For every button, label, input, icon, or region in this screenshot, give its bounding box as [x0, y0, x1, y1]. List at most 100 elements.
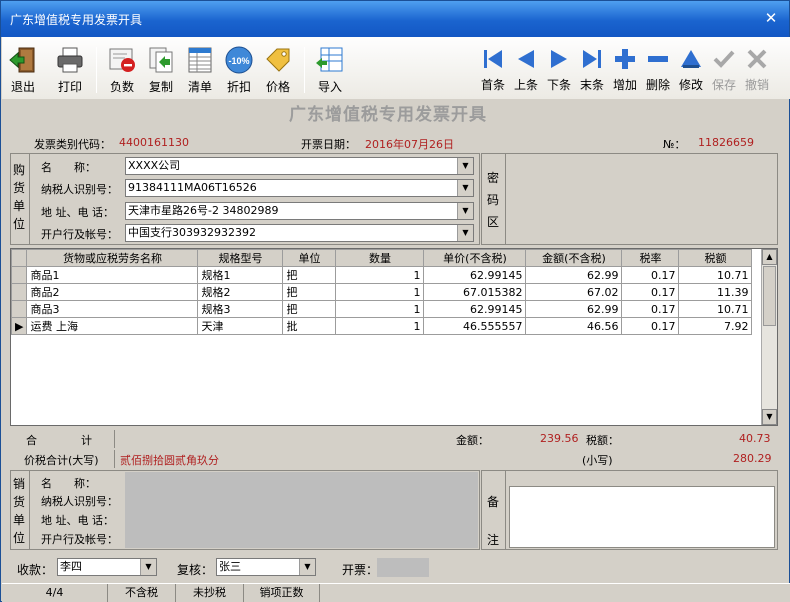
window-title: 广东增值税专用发票开具: [10, 13, 143, 27]
buyer-name-select[interactable]: XXXX公司 ▼: [125, 157, 474, 175]
scroll-up-icon[interactable]: ▲: [762, 249, 777, 265]
chevron-down-icon[interactable]: ▼: [457, 158, 473, 174]
edit-button[interactable]: 修改: [676, 45, 706, 97]
toolbar-separator: [96, 47, 97, 93]
discount-button[interactable]: -10% 折扣: [222, 45, 256, 97]
item-qty-cell[interactable]: 1: [335, 266, 425, 284]
item-rate-cell[interactable]: 0.17: [621, 300, 680, 318]
item-unit-cell[interactable]: 把: [282, 283, 337, 301]
next-record-button[interactable]: 下条: [544, 45, 574, 97]
item-name-cell[interactable]: 商品1: [26, 266, 199, 284]
first-record-button[interactable]: 首条: [478, 45, 508, 97]
table-row[interactable]: 商品3 规格3 把 1 62.99145 62.99 0.17 10.71: [10, 300, 753, 318]
copy-button[interactable]: 复制: [145, 45, 177, 97]
column-header[interactable]: 税额: [678, 249, 753, 267]
scroll-thumb[interactable]: [763, 266, 776, 326]
chevron-down-icon[interactable]: ▼: [140, 559, 156, 575]
item-price-cell[interactable]: 67.015382: [423, 283, 527, 301]
chevron-down-icon[interactable]: ▼: [299, 559, 315, 575]
table-row[interactable]: 商品2 规格2 把 1 67.015382 67.02 0.17 11.39: [10, 283, 753, 301]
buyer-taxid-select[interactable]: 91384111MA06T16526 ▼: [125, 179, 474, 197]
copy-document-icon: [149, 47, 173, 73]
buyer-bank-value: 中国支行303932932392: [128, 226, 256, 239]
price-button[interactable]: 价格: [262, 45, 294, 97]
import-button[interactable]: 导入: [314, 45, 346, 97]
column-header[interactable]: 单价(不含税): [423, 249, 527, 267]
item-price-cell[interactable]: 62.99145: [423, 266, 527, 284]
column-header[interactable]: 金额(不含税): [525, 249, 623, 267]
item-name-cell[interactable]: 商品3: [26, 300, 199, 318]
item-spec-cell[interactable]: 规格3: [197, 300, 284, 318]
delete-label: 删除: [645, 78, 670, 92]
totals-row: 合 计 金额： 239.56 税额： 40.73: [10, 430, 778, 448]
item-name-cell[interactable]: 运费 上海: [26, 317, 199, 335]
item-amount-cell[interactable]: 62.99: [525, 300, 623, 318]
item-tax-cell[interactable]: 7.92: [678, 317, 753, 335]
last-record-button[interactable]: 末条: [577, 45, 607, 97]
totals-label: 合 计: [26, 434, 92, 447]
item-qty-cell[interactable]: 1: [335, 283, 425, 301]
discount-icon: -10%: [225, 46, 253, 74]
item-name-cell[interactable]: 商品2: [26, 283, 199, 301]
cipher-char: 密: [486, 171, 499, 185]
list-sheet-icon: [188, 47, 212, 73]
item-spec-cell[interactable]: 规格1: [197, 266, 284, 284]
exit-button[interactable]: 退出: [8, 45, 38, 97]
seller-address-label: 地 址、电 话：: [41, 514, 114, 527]
item-unit-cell[interactable]: 把: [282, 300, 337, 318]
item-price-cell[interactable]: 46.555557: [423, 317, 527, 335]
chevron-down-icon[interactable]: ▼: [457, 225, 473, 241]
item-amount-cell[interactable]: 67.02: [525, 283, 623, 301]
add-button[interactable]: 增加: [610, 45, 640, 97]
chevron-down-icon[interactable]: ▼: [457, 180, 473, 196]
scroll-down-icon[interactable]: ▼: [762, 409, 777, 425]
row-indicator[interactable]: [10, 266, 28, 284]
remark-textarea[interactable]: [509, 486, 775, 548]
item-spec-cell[interactable]: 天津: [197, 317, 284, 335]
item-qty-cell[interactable]: 1: [335, 300, 425, 318]
item-tax-cell[interactable]: 11.39: [678, 283, 753, 301]
table-row[interactable]: 商品1 规格1 把 1 62.99145 62.99 0.17 10.71: [10, 266, 753, 284]
item-tax-cell[interactable]: 10.71: [678, 266, 753, 284]
undo-button[interactable]: 撤销: [742, 45, 772, 97]
item-rate-cell[interactable]: 0.17: [621, 266, 680, 284]
column-header[interactable]: 规格型号: [197, 249, 284, 267]
delete-button[interactable]: 删除: [643, 45, 673, 97]
item-rate-cell[interactable]: 0.17: [621, 283, 680, 301]
payee-select[interactable]: 李四 ▼: [57, 558, 157, 576]
seller-char: 单: [12, 513, 25, 527]
item-price-cell[interactable]: 62.99145: [423, 300, 527, 318]
row-indicator[interactable]: [10, 300, 28, 318]
buyer-address-select[interactable]: 天津市星路26号-2 34802989 ▼: [125, 202, 474, 220]
item-amount-cell[interactable]: 46.56: [525, 317, 623, 335]
previous-record-button[interactable]: 上条: [511, 45, 541, 97]
print-button[interactable]: 打印: [54, 45, 86, 97]
item-tax-cell[interactable]: 10.71: [678, 300, 753, 318]
row-indicator[interactable]: [10, 283, 28, 301]
buyer-bank-select[interactable]: 中国支行303932932392 ▼: [125, 224, 474, 242]
reviewer-select[interactable]: 张三 ▼: [216, 558, 316, 576]
negative-button[interactable]: 负数: [106, 45, 138, 97]
cipher-panel: [481, 153, 778, 245]
column-header[interactable]: 货物或应税劳务名称: [26, 249, 199, 267]
column-header[interactable]: 单位: [282, 249, 337, 267]
item-rate-cell[interactable]: 0.17: [621, 317, 680, 335]
table-row-current[interactable]: ▶ 运费 上海 天津 批 1 46.555557 46.56 0.17 7.92: [10, 317, 753, 335]
chevron-down-icon[interactable]: ▼: [457, 203, 473, 219]
item-unit-cell[interactable]: 批: [282, 317, 337, 335]
current-row-indicator-icon[interactable]: ▶: [10, 317, 28, 335]
save-button[interactable]: 保存: [709, 45, 739, 97]
item-unit-cell[interactable]: 把: [282, 266, 337, 284]
next-record-label: 下条: [546, 78, 571, 92]
issuer-field: [377, 558, 429, 577]
list-button[interactable]: 清单: [184, 45, 216, 97]
grid-vertical-scrollbar[interactable]: ▲ ▼: [761, 249, 777, 425]
item-amount-cell[interactable]: 62.99: [525, 266, 623, 284]
item-spec-cell[interactable]: 规格2: [197, 283, 284, 301]
close-button[interactable]: ✕: [761, 9, 781, 27]
item-qty-cell[interactable]: 1: [335, 317, 425, 335]
column-header[interactable]: 税率: [621, 249, 680, 267]
grand-total-caps-label: 价税合计(大写): [24, 454, 99, 467]
edit-icon: [681, 50, 701, 68]
column-header[interactable]: 数量: [335, 249, 425, 267]
